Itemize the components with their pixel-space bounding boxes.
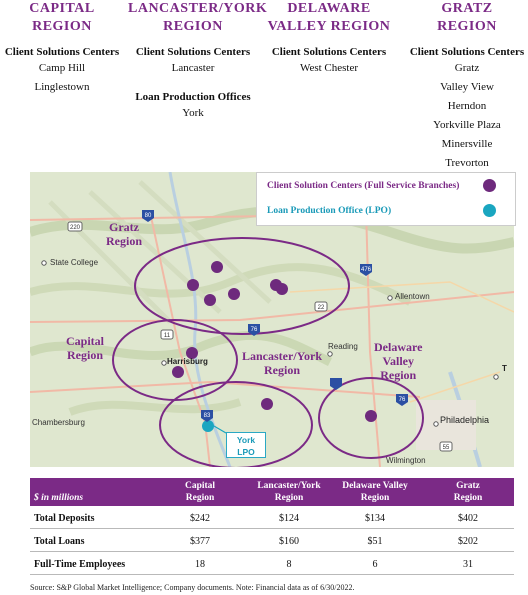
region-title: LANCASTER/YORK REGION — [128, 1, 268, 34]
svg-text:55: 55 — [443, 445, 450, 451]
csc-marker — [365, 410, 377, 422]
legend-lpo-marker — [483, 204, 496, 217]
svg-text:476: 476 — [361, 267, 372, 273]
location-item: Trevorton — [445, 157, 489, 169]
row-label: Full-Time Employees — [34, 559, 126, 570]
column-header-gratz: Gratz Region — [453, 481, 483, 503]
map-region-label-capital: Capital Region — [66, 334, 105, 362]
column-header-capital: Capital Region — [184, 481, 216, 503]
region-column-lancaster-york: LANCASTER/YORK REGION Client Solutions C… — [128, 0, 268, 123]
csc-marker — [228, 288, 240, 300]
csc-marker — [204, 294, 216, 306]
table-cell: 18 — [195, 559, 205, 570]
svg-text:220: 220 — [70, 225, 81, 231]
column-header-delaware-valley: Delaware Valley Region — [342, 481, 408, 503]
lpo-header: Loan Production Offices — [135, 91, 251, 103]
city-label: Allentown — [395, 292, 430, 301]
csc-header: Client Solutions Centers — [4, 46, 120, 58]
region-title: DELAWARE VALLEY REGION — [267, 1, 391, 34]
table-cell: $377 — [190, 536, 210, 547]
table-cell: $160 — [279, 536, 299, 547]
unit-label: $ in millions — [34, 493, 84, 503]
region-column-capital: CAPITAL REGION Client Solutions Centers … — [0, 0, 124, 97]
svg-text:76: 76 — [251, 327, 258, 333]
city-label: T — [502, 364, 507, 373]
csc-header: Client Solutions Centers — [271, 46, 387, 58]
csc-header: Client Solutions Centers — [409, 46, 525, 58]
city-label: Chambersburg — [32, 418, 85, 427]
region-title: GRATZ REGION — [437, 1, 497, 34]
region-financials-table: $ in millions Capital Region Lancaster/Yo… — [30, 478, 514, 575]
table-cell: 6 — [372, 559, 378, 570]
table-cell: $134 — [365, 513, 385, 524]
region-column-delaware-valley: DELAWARE VALLEY REGION Client Solutions … — [264, 0, 394, 78]
location-item: York — [182, 107, 204, 119]
location-item: West Chester — [299, 62, 359, 74]
table-row: Full-Time Employees 18 8 6 31 — [30, 552, 514, 575]
table-row: Total Deposits $242 $124 $134 $402 — [30, 506, 514, 529]
column-header-lancaster-york: Lancaster/York Region — [257, 481, 321, 503]
legend-csc-marker — [483, 179, 496, 192]
table-row: Total Loans $377 $160 $51 $202 — [30, 529, 514, 552]
csc-marker — [261, 398, 273, 410]
csc-marker — [211, 261, 223, 273]
city-label: Harrisburg — [167, 357, 208, 366]
legend-lpo-label: Loan Production Office (LPO) — [267, 206, 392, 216]
table-cell: $202 — [458, 536, 478, 547]
map-region-label-gratz: Gratz Region — [106, 220, 142, 248]
svg-text:11: 11 — [164, 333, 171, 339]
region-column-gratz: GRATZ REGION Client Solutions Centers Gr… — [406, 0, 528, 173]
map-legend: Client Solution Centers (Full Service Br… — [256, 172, 516, 226]
row-label: Total Deposits — [34, 513, 95, 524]
svg-text:22: 22 — [318, 305, 325, 311]
location-item: Minersville — [441, 138, 493, 150]
legend-csc-label: Client Solution Centers (Full Service Br… — [267, 181, 460, 191]
city-label: Reading — [328, 342, 358, 351]
table-header: $ in millions Capital Region Lancaster/Yo… — [30, 478, 514, 506]
location-item: Herndon — [447, 100, 487, 112]
svg-text:80: 80 — [145, 213, 152, 219]
location-item: Camp Hill — [38, 62, 86, 74]
city-label: Philadelphia — [440, 415, 490, 425]
location-item: Lancaster — [171, 62, 215, 74]
city-label: Wilmington — [386, 456, 426, 465]
csc-header: Client Solutions Centers — [135, 46, 251, 58]
table-cell: $124 — [279, 513, 299, 524]
csc-marker — [276, 283, 288, 295]
location-item: Yorkville Plaza — [433, 119, 501, 131]
table-cell: $402 — [458, 513, 478, 524]
row-label: Total Loans — [34, 536, 85, 547]
source-note: Source: S&P Global Market Intelligence; … — [30, 583, 355, 592]
table-cell: $242 — [190, 513, 210, 524]
table-cell: 8 — [286, 559, 292, 570]
lpo-marker — [202, 420, 214, 432]
city-label: State College — [50, 258, 99, 267]
location-item: Linglestown — [34, 81, 90, 93]
york-lpo-callout: York LPO — [226, 432, 266, 458]
csc-marker — [187, 279, 199, 291]
csc-marker — [172, 366, 184, 378]
location-item: Gratz — [454, 62, 480, 74]
location-item: Valley View — [440, 81, 494, 93]
table-cell: 31 — [463, 559, 473, 570]
map-region-label-lancaster-york: Lancaster/York Region — [242, 349, 322, 377]
svg-text:76: 76 — [399, 397, 406, 403]
svg-text:83: 83 — [204, 413, 211, 419]
region-title: CAPITAL REGION — [29, 1, 95, 34]
map-region-label-delaware-valley: Delaware Valley Region — [374, 340, 423, 382]
table-cell: $51 — [367, 536, 383, 547]
